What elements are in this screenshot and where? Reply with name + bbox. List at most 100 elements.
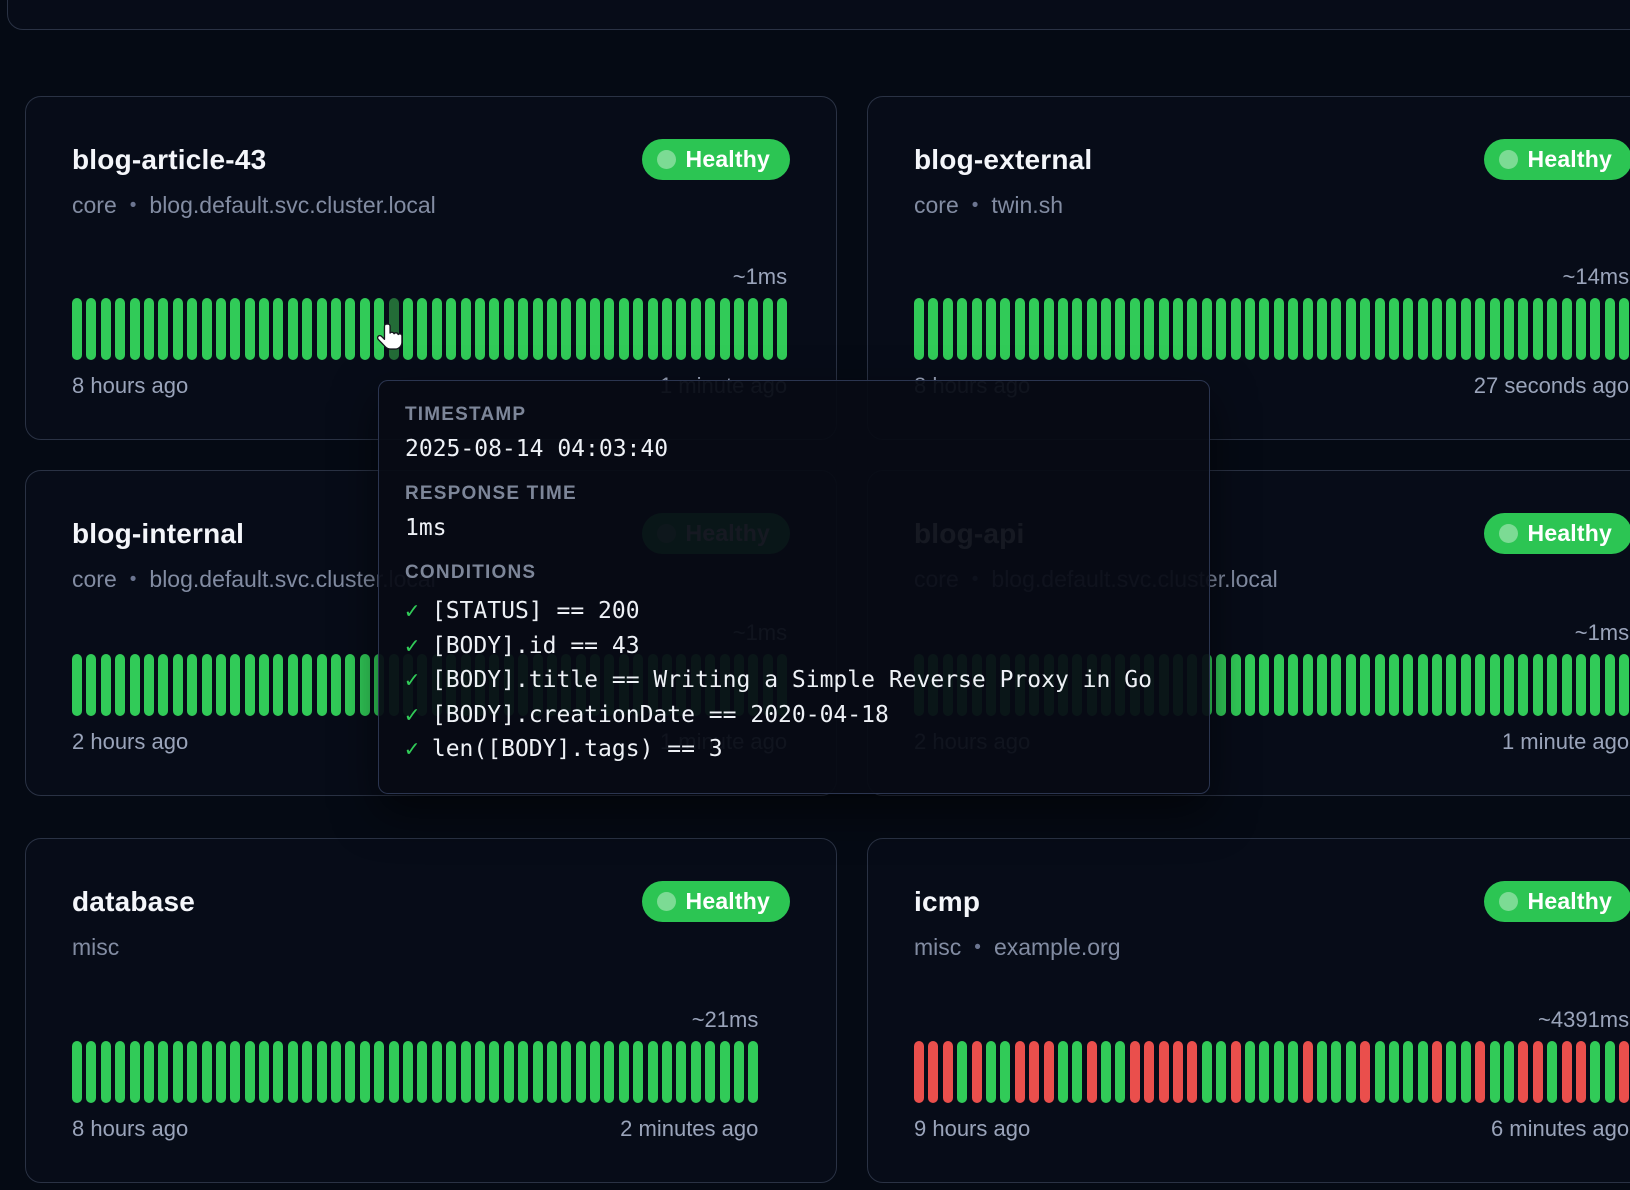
status-bar-up[interactable] — [1259, 1041, 1269, 1103]
status-bar-up[interactable] — [403, 1041, 413, 1103]
status-bar-up[interactable] — [331, 1041, 341, 1103]
status-bar-up[interactable] — [345, 654, 355, 716]
status-bar-up[interactable] — [1044, 298, 1054, 360]
status-bar-up[interactable] — [475, 298, 485, 360]
status-bar-up[interactable] — [317, 1041, 327, 1103]
status-bar-up[interactable] — [72, 298, 82, 360]
status-bar-up[interactable] — [345, 1041, 355, 1103]
status-bar-up[interactable] — [115, 298, 125, 360]
status-bar-up[interactable] — [1389, 298, 1399, 360]
status-bar-up[interactable] — [1259, 654, 1269, 716]
status-bar-up[interactable] — [1490, 298, 1500, 360]
status-bar-up[interactable] — [1029, 298, 1039, 360]
status-bar-down[interactable] — [1173, 1041, 1183, 1103]
status-bar-up[interactable] — [259, 298, 269, 360]
status-bar-up[interactable] — [1274, 1041, 1284, 1103]
status-bar-up[interactable] — [1216, 298, 1226, 360]
status-bar-up[interactable] — [533, 298, 543, 360]
status-bar-up[interactable] — [1389, 654, 1399, 716]
status-bar-up[interactable] — [986, 298, 996, 360]
status-bar-up[interactable] — [1403, 298, 1413, 360]
status-bar-up[interactable] — [1130, 298, 1140, 360]
status-bar-up[interactable] — [1461, 1041, 1471, 1103]
status-bar-up[interactable] — [504, 298, 514, 360]
status-bar-up[interactable] — [158, 1041, 168, 1103]
status-bar-down[interactable] — [1576, 1041, 1586, 1103]
status-bar-up[interactable] — [957, 298, 967, 360]
status-bar-up[interactable] — [1000, 1041, 1010, 1103]
status-bar-up[interactable] — [1058, 1041, 1068, 1103]
status-bar-up[interactable] — [705, 1041, 715, 1103]
status-bar-up[interactable] — [158, 654, 168, 716]
status-bar-up[interactable] — [1547, 654, 1557, 716]
status-bar-up[interactable] — [1058, 298, 1068, 360]
status-bar-up[interactable] — [1461, 654, 1471, 716]
status-bar-up[interactable] — [720, 298, 730, 360]
status-bar-up[interactable] — [619, 298, 629, 360]
status-bar-up[interactable] — [1115, 298, 1125, 360]
status-bar-down[interactable] — [928, 1041, 938, 1103]
status-bar-up[interactable] — [676, 298, 686, 360]
status-bar-up[interactable] — [734, 298, 744, 360]
status-bar-up[interactable] — [1231, 654, 1241, 716]
status-bar-up[interactable] — [1432, 298, 1442, 360]
status-bar-up[interactable] — [691, 1041, 701, 1103]
status-bar-up[interactable] — [72, 654, 82, 716]
status-bar-down[interactable] — [1562, 1041, 1572, 1103]
status-bar-up[interactable] — [230, 654, 240, 716]
status-bar-up[interactable] — [187, 654, 197, 716]
status-bar-up[interactable] — [1504, 298, 1514, 360]
status-bar-down[interactable] — [1619, 1041, 1629, 1103]
status-bar-up[interactable] — [1605, 298, 1615, 360]
status-bar-up[interactable] — [273, 654, 283, 716]
status-bar-up[interactable] — [446, 1041, 456, 1103]
status-bar-up[interactable] — [1115, 1041, 1125, 1103]
status-bar-up[interactable] — [1101, 298, 1111, 360]
status-bar-up[interactable] — [360, 298, 370, 360]
status-bar-up[interactable] — [259, 654, 269, 716]
status-bar-down[interactable] — [1087, 1041, 1097, 1103]
status-bar-up[interactable] — [317, 298, 327, 360]
status-bar-up[interactable] — [1317, 654, 1327, 716]
status-bar-up[interactable] — [1375, 654, 1385, 716]
status-bar-up[interactable] — [1403, 654, 1413, 716]
endpoint-card[interactable]: database Healthy misc ~21ms 8 hours ago … — [25, 838, 837, 1183]
status-bar-up[interactable] — [101, 298, 111, 360]
status-bar-up[interactable] — [676, 1041, 686, 1103]
status-bar-up[interactable] — [1331, 1041, 1341, 1103]
status-bar-up[interactable] — [633, 1041, 643, 1103]
status-bar-up[interactable] — [1346, 654, 1356, 716]
status-bar-up[interactable] — [1317, 298, 1327, 360]
status-bar-up[interactable] — [1000, 298, 1010, 360]
status-bar-up[interactable] — [202, 298, 212, 360]
status-bar-down[interactable] — [1518, 1041, 1528, 1103]
status-bar-up[interactable] — [1288, 654, 1298, 716]
status-bar-down[interactable] — [1029, 1041, 1039, 1103]
status-bar-up[interactable] — [763, 298, 773, 360]
status-bar-up[interactable] — [230, 298, 240, 360]
status-bar-up[interactable] — [302, 654, 312, 716]
status-bar-up[interactable] — [202, 1041, 212, 1103]
status-bar-up[interactable] — [446, 298, 456, 360]
status-bar-up[interactable] — [1288, 298, 1298, 360]
status-bar-up[interactable] — [1547, 298, 1557, 360]
status-bar-up[interactable] — [144, 1041, 154, 1103]
status-bar-up[interactable] — [1331, 654, 1341, 716]
status-bar-up[interactable] — [1432, 654, 1442, 716]
status-bar-up[interactable] — [1144, 298, 1154, 360]
status-bar-up[interactable] — [662, 1041, 672, 1103]
status-bar-up[interactable] — [461, 298, 471, 360]
status-bar-up[interactable] — [504, 1041, 514, 1103]
status-bar-up[interactable] — [288, 298, 298, 360]
status-bar-up[interactable] — [331, 298, 341, 360]
status-bar-up[interactable] — [302, 298, 312, 360]
status-bar-up[interactable] — [86, 298, 96, 360]
status-bar-up[interactable] — [1360, 298, 1370, 360]
status-bar-down[interactable] — [1231, 1041, 1241, 1103]
status-bar-up[interactable] — [1590, 1041, 1600, 1103]
status-bar-up[interactable] — [389, 298, 399, 360]
status-bar-up[interactable] — [1288, 1041, 1298, 1103]
status-bar-up[interactable] — [417, 1041, 427, 1103]
status-bar-up[interactable] — [360, 1041, 370, 1103]
status-bar-up[interactable] — [1576, 654, 1586, 716]
